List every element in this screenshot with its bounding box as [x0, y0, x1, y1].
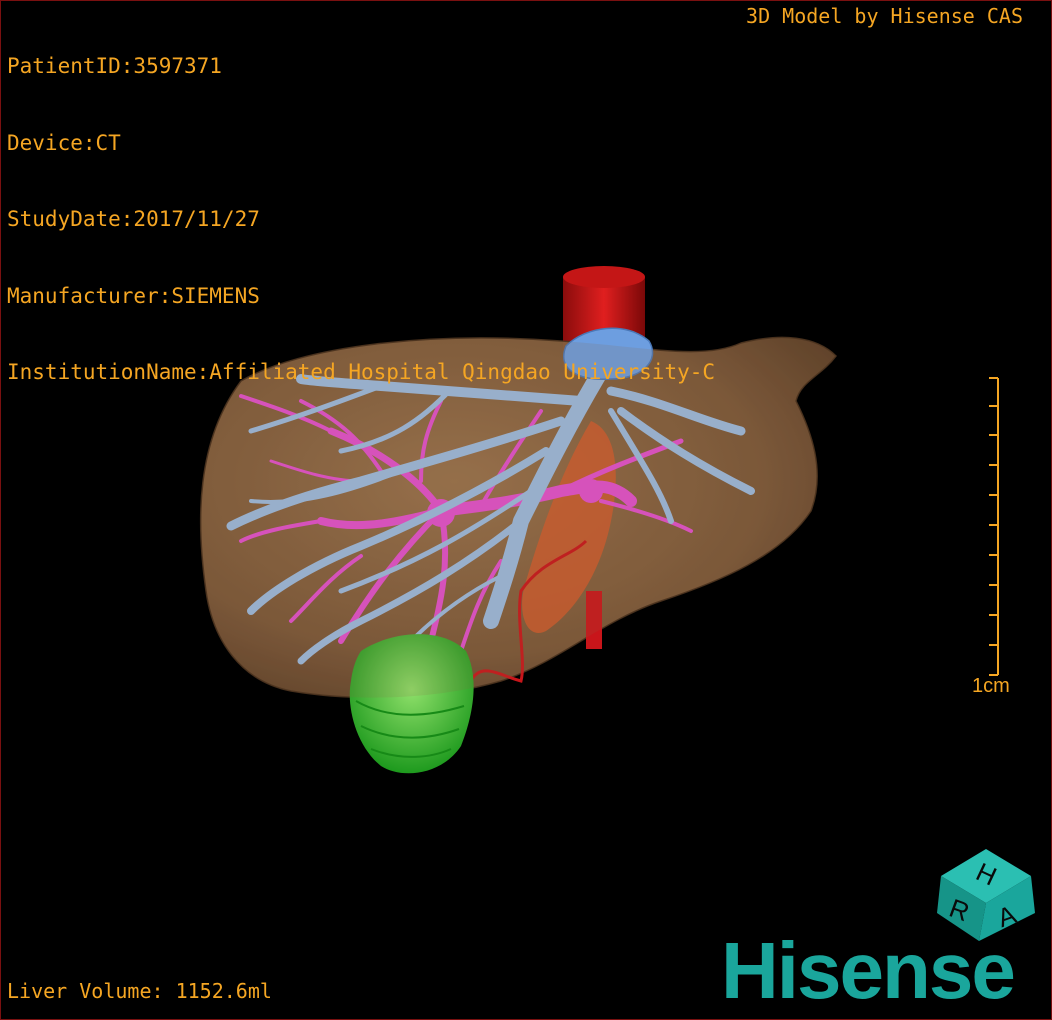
3d-viewport[interactable]: PatientID:3597371 Device:CT StudyDate:20…: [0, 0, 1052, 1020]
liver-volume: Liver Volume: 1152.6ml: [7, 979, 272, 1003]
scale-bar: [989, 377, 999, 676]
hisense-logo: Hisense: [721, 926, 1016, 1015]
scale-bar-label: 1cm: [972, 675, 1010, 697]
